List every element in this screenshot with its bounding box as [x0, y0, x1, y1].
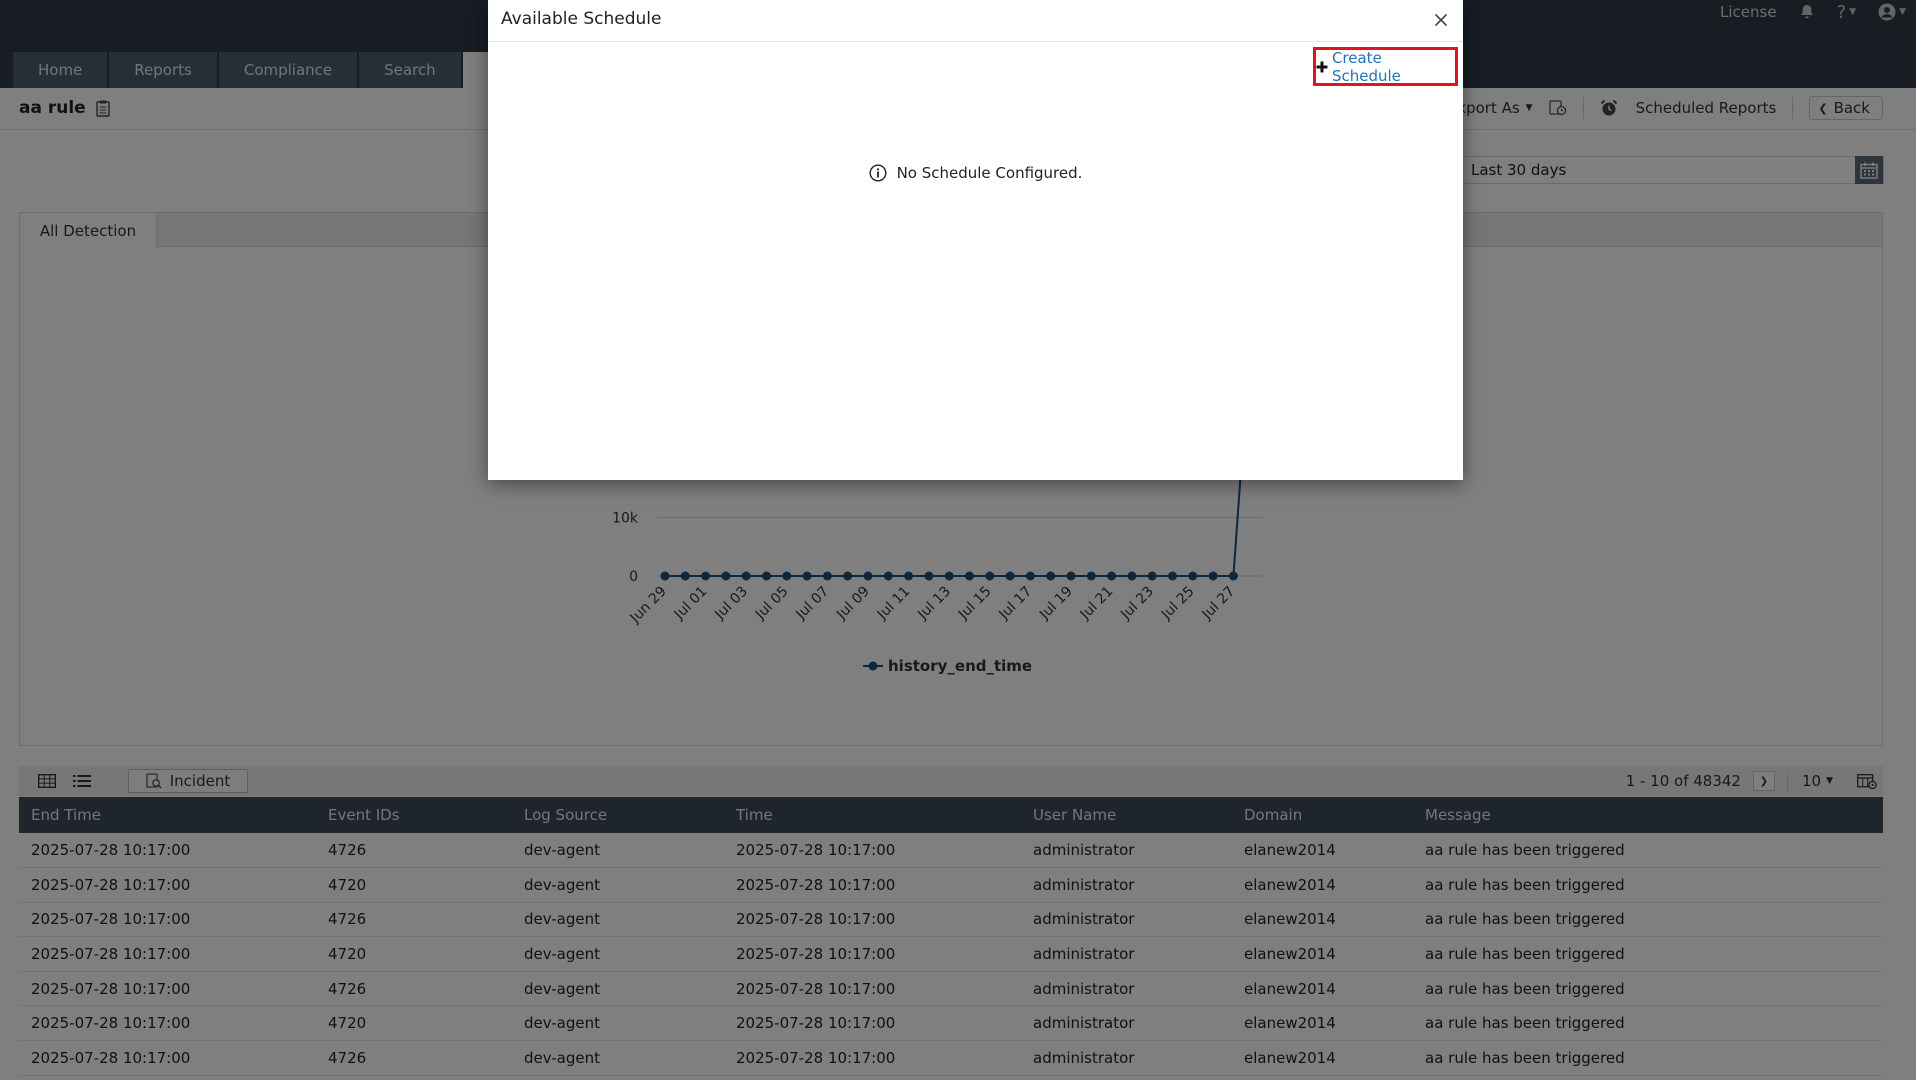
available-schedule-dialog: Available Schedule Create Schedule No Sc…	[488, 0, 1463, 480]
empty-state: No Schedule Configured.	[488, 164, 1463, 182]
info-icon	[869, 164, 887, 182]
dialog-header: Available Schedule	[488, 0, 1463, 42]
plus-icon	[1316, 61, 1328, 72]
create-schedule-button[interactable]: Create Schedule	[1313, 47, 1458, 86]
close-icon	[1434, 13, 1448, 27]
dialog-title: Available Schedule	[501, 9, 662, 29]
empty-state-message: No Schedule Configured.	[896, 164, 1083, 182]
close-button[interactable]	[1431, 10, 1451, 30]
create-schedule-label: Create Schedule	[1331, 48, 1401, 85]
